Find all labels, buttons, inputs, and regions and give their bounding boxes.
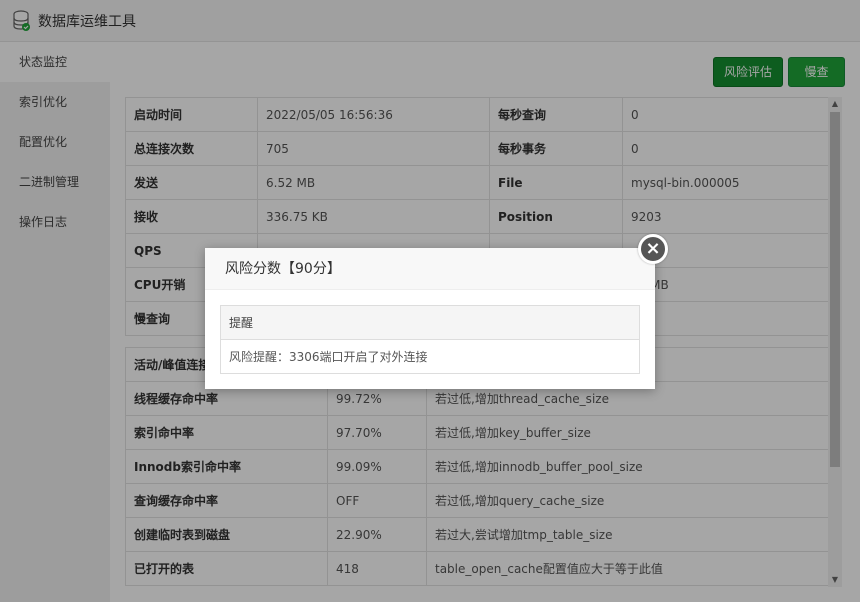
table-header-row: 提醒 [220, 305, 640, 340]
risk-score-dialog: 风险分数【90分】 × 提醒 风险提醒：3306端口开启了对外连接 [205, 234, 668, 389]
table-row: 风险提醒：3306端口开启了对外连接 [220, 339, 640, 374]
close-icon[interactable]: × [638, 234, 668, 264]
dialog-title: 风险分数【90分】 [205, 248, 655, 290]
reminder-header: 提醒 [220, 305, 640, 340]
reminder-message: 风险提醒：3306端口开启了对外连接 [220, 339, 640, 374]
reminder-table: 提醒 风险提醒：3306端口开启了对外连接 [220, 305, 640, 374]
